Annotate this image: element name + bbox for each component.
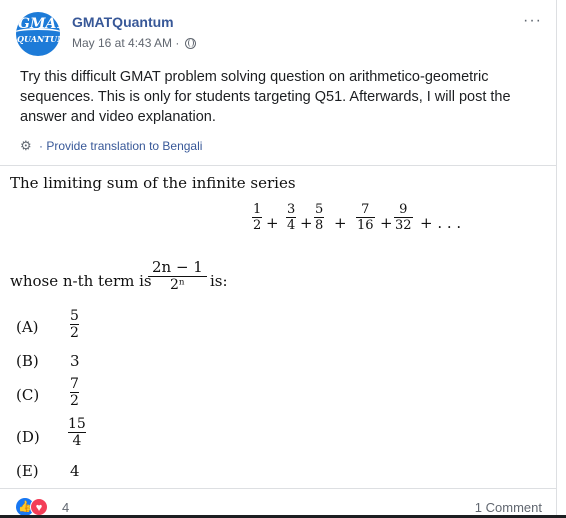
option-d-value: 15 4 xyxy=(68,416,86,449)
question-image[interactable]: The limiting sum of the infinite series … xyxy=(0,165,556,489)
love-reaction-icon: ♥ xyxy=(30,498,48,516)
series-term: 7 16 xyxy=(356,202,375,233)
translate-separator: · xyxy=(39,139,43,153)
plus-sign: + xyxy=(334,214,347,232)
post-text: Try this difficult GMAT problem solving … xyxy=(20,69,511,125)
option-b-label: (B) xyxy=(16,352,39,370)
option-a-label: (A) xyxy=(16,318,39,336)
translate-link[interactable]: Provide translation to Bengali xyxy=(46,139,202,153)
nth-term-text: whose n-th term is xyxy=(10,272,152,290)
page-name-link[interactable]: GMATQuantum xyxy=(72,14,174,30)
plus-sign: + xyxy=(380,214,393,232)
plus-sign: + xyxy=(300,214,313,232)
gear-icon: ⚙ xyxy=(20,138,32,153)
post-meta: May 16 at 4:43 AM · xyxy=(72,36,196,50)
option-d-label: (D) xyxy=(16,428,40,446)
option-c-value: 72 xyxy=(70,376,79,409)
series-term: 9 32 xyxy=(394,202,413,233)
is-text: is: xyxy=(210,272,228,290)
reaction-count: 4 xyxy=(62,500,70,515)
page-avatar[interactable]: GMAT QUANTUM xyxy=(16,12,60,56)
series-term: 12 xyxy=(252,202,263,233)
series-term: 34 xyxy=(286,202,297,233)
comments-link[interactable]: 1 Comment xyxy=(475,500,542,515)
post-card: GMAT QUANTUM GMATQuantum May 16 at 4:43 … xyxy=(0,0,557,518)
post-timestamp[interactable]: May 16 at 4:43 AM xyxy=(72,36,172,50)
option-a-value: 52 xyxy=(70,308,79,341)
option-e-value: 4 xyxy=(70,462,80,480)
nth-term-fraction: 2n − 1 2ⁿ xyxy=(148,258,207,293)
option-e-label: (E) xyxy=(16,462,39,480)
series-ellipsis: + . . . xyxy=(420,214,462,232)
meta-separator: · xyxy=(175,36,180,50)
post-header: GMAT QUANTUM GMATQuantum May 16 at 4:43 … xyxy=(16,10,546,56)
more-options-icon[interactable]: ··· xyxy=(523,12,542,30)
translate-row: ⚙ · Provide translation to Bengali xyxy=(20,138,202,154)
avatar-text-bottom: QUANTUM xyxy=(17,34,60,44)
series-term: 58 xyxy=(314,202,325,233)
option-b-value: 3 xyxy=(70,352,80,370)
question-intro: The limiting sum of the infinite series xyxy=(10,174,296,192)
option-c-label: (C) xyxy=(16,386,40,404)
globe-icon[interactable] xyxy=(184,38,196,49)
plus-sign: + xyxy=(266,214,279,232)
